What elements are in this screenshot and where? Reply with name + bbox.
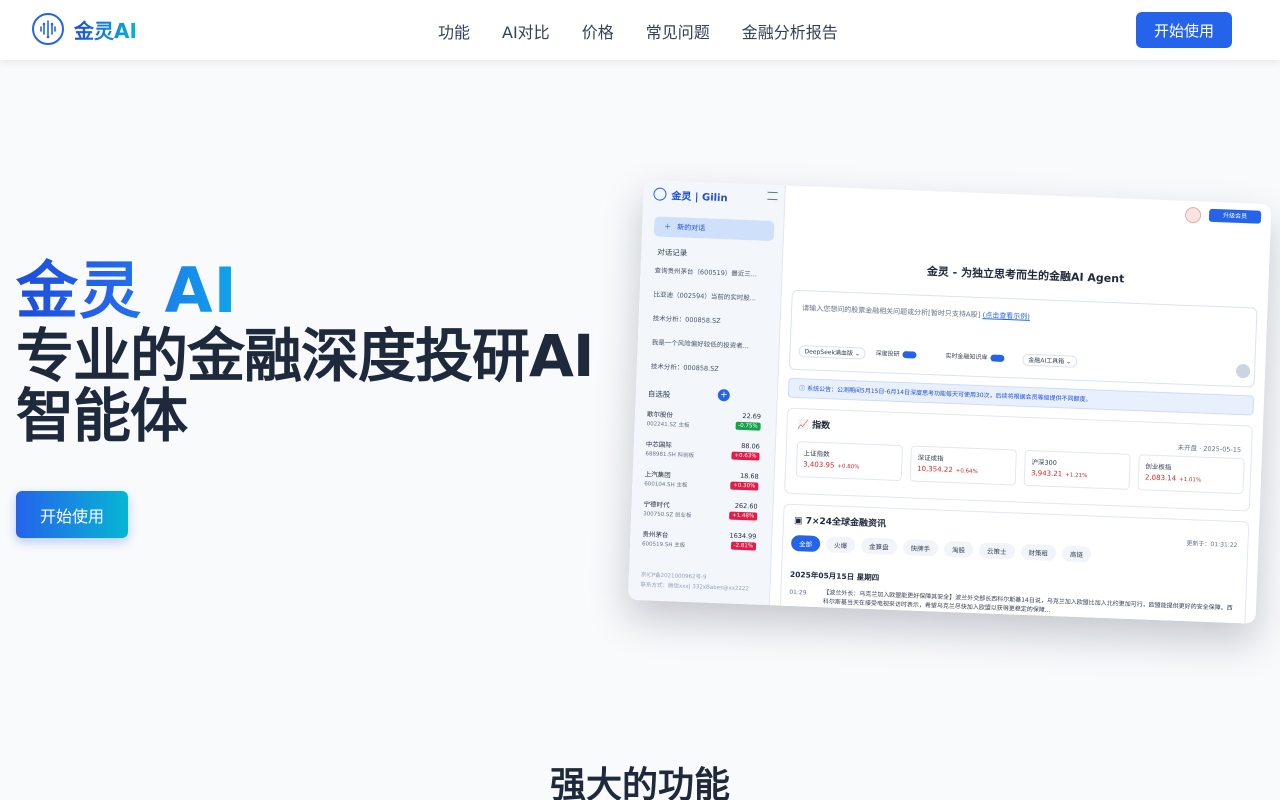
app-main: 升级会员 金灵 - 为独立思考而生的金融AI Agent 请输入您想问的股票金融… [770, 185, 1272, 624]
brand-logo-icon [32, 13, 64, 45]
watchlist-row: 中芯国际 688981.SH 科创板 88.06 +0.63% [645, 438, 760, 470]
history-item: 我是一个风险偏好较低的投资者... [651, 338, 750, 351]
watchlist-row: 宁德时代 300750.SZ 创业板 262.60 +1.48% [643, 498, 758, 530]
stock-code: 600104.SH 主板 [644, 481, 688, 489]
stock-name: 歌尔股份 [646, 410, 674, 420]
app-title: 金灵 - 为独立思考而生的金融AI Agent [926, 264, 1125, 286]
top-nav: 金灵AI 功能 AI对比 价格 常见问题 金融分析报告 开始使用 [0, 0, 1280, 60]
plus-icon: ＋ [664, 222, 672, 232]
history-label: 对话记录 [657, 247, 688, 258]
app-footer: 京ICP备2021000962号-9 联系方式：微信xxx| 332xBabes… [640, 570, 749, 594]
knowledge-base-toggle: 实时金融知识库 [940, 351, 1009, 366]
input-placeholder: 请输入您想问的股票金融相关问题或分析[暂时只支持A股] (点击查看示例) [802, 304, 1031, 321]
app-brand-name: 金灵 | Gilin [671, 191, 728, 205]
send-icon [1235, 363, 1251, 379]
brand[interactable]: 金灵AI [32, 13, 137, 45]
hero-title: 专业的金融深度投研AI智能体 [16, 322, 594, 450]
news-title: ▣ 7×24全球金融资讯 [793, 516, 887, 530]
stock-change: -2.81% [730, 541, 757, 551]
stock-price: 1634.99 [729, 531, 757, 541]
stock-price: 22.69 [742, 411, 762, 421]
model-select: DeepSeek满血版 ⌄ [798, 345, 867, 360]
stock-change: -0.75% [735, 421, 761, 431]
example-link: (点击查看示例) [982, 311, 1031, 321]
history-item: 比亚迪（002594）当前的实时股... [653, 290, 757, 303]
stock-code: 002241.SZ 主板 [646, 421, 690, 429]
news-time: 01:29 [789, 588, 807, 597]
app-sidebar: 金灵 | Gilin ＋ 新的对话 对话记录 查询贵州茅台（600519）最近三… [627, 180, 786, 606]
news-tab: 金算盘 [860, 537, 897, 555]
stock-name: 上汽集团 [644, 470, 671, 480]
stock-price: 18.68 [739, 471, 759, 481]
stock-change: +0.63% [731, 451, 760, 461]
index-panel: 📈 指数 未开盘 · 2025-05-15 上证指数 3,403.95 +0.80… [784, 407, 1254, 512]
watchlist-row: 上汽集团 600104.SH 主板 18.68 +0.30% [644, 468, 759, 500]
hero-start-button[interactable]: 开始使用 [16, 491, 128, 538]
deep-research-toggle: 深度投研 [870, 348, 921, 362]
stock-name: 中芯国际 [645, 440, 672, 450]
news-tab: 快牌手 [902, 539, 939, 557]
history-item: 查询贵州茅台（600519）最近三... [654, 266, 758, 279]
new-chat-button: ＋ 新的对话 [653, 216, 775, 242]
index-card: 沪深300 3,943.21 +1.21% [1023, 449, 1131, 490]
nav-links: 功能 AI对比 价格 常见问题 金融分析报告 [438, 19, 838, 43]
avatar [1184, 206, 1202, 224]
news-panel: ▣ 7×24全球金融资讯 更新于：01:31:22 全部 火爆 金算盘 快牌手 … [779, 503, 1250, 624]
vip-badge: 升级会员 [1208, 208, 1262, 224]
stock-change: +0.30% [730, 481, 759, 491]
calendar-icon: ▣ [793, 516, 803, 527]
news-tab: 高链 [1061, 545, 1092, 563]
news-tab: 全部 [790, 534, 821, 553]
news-tab: 云策士 [978, 542, 1015, 560]
tools-select: 金融AI工具箱 ⌄ [1022, 353, 1078, 368]
history-item: 技术分析：000858.SZ [650, 362, 719, 374]
app-logo-icon [653, 187, 667, 201]
index-title: 📈 指数 [797, 420, 831, 432]
brand-name: 金灵AI [74, 15, 137, 44]
chart-icon: 📈 [797, 420, 810, 431]
news-tabs: 全部 火爆 金算盘 快牌手 淘股 云策士 财策租 高链 [790, 534, 1092, 563]
watchlist-row: 歌尔股份 002241.SZ 主板 22.69 -0.75% [646, 408, 761, 440]
stock-price: 262.60 [734, 501, 758, 511]
stock-change: +1.48% [728, 511, 758, 521]
index-card: 创业板指 2,083.14 +1.01% [1137, 454, 1245, 495]
watchlist-row: 贵州茅台 600519.SH 主板 1634.99 -2.81% [642, 528, 757, 560]
nav-start-button[interactable]: 开始使用 [1136, 12, 1232, 48]
stock-code: 688981.SH 科创板 [645, 451, 695, 460]
news-text: 【波兰外长：乌克兰加入欧盟能更好保障其安全】波兰外交部长西科尔斯基14日说，乌克… [822, 589, 1233, 614]
history-item: 技术分析：000858.SZ [652, 314, 721, 326]
index-date: 未开盘 · 2025-05-15 [1177, 443, 1242, 455]
news-tab: 淘股 [943, 540, 974, 558]
nav-link-pricing[interactable]: 价格 [582, 19, 614, 43]
news-updated: 更新于：01:31:22 [1186, 540, 1238, 550]
nav-link-faq[interactable]: 常见问题 [646, 19, 710, 43]
product-screenshot: 金灵 | Gilin ＋ 新的对话 对话记录 查询贵州茅台（600519）最近三… [627, 180, 1272, 624]
stock-name: 宁德时代 [643, 500, 670, 510]
new-chat-label: 新的对话 [677, 223, 706, 233]
app-brand: 金灵 | Gilin [653, 186, 728, 204]
nav-link-ai-compare[interactable]: AI对比 [502, 19, 550, 43]
nav-link-features[interactable]: 功能 [438, 19, 470, 43]
stock-code: 300750.SZ 创业板 [643, 511, 692, 520]
question-input: 请输入您想问的股票金融相关问题或分析[暂时只支持A股] (点击查看示例) Dee… [788, 289, 1258, 388]
stock-name: 贵州茅台 [642, 530, 669, 540]
index-card: 深证成指 10,354.22 +0.64% [909, 445, 1017, 486]
news-tab: 火爆 [825, 536, 856, 554]
collapse-sidebar-icon [767, 191, 778, 201]
stock-price: 88.06 [741, 441, 761, 451]
stock-code: 600519.SH 主板 [641, 541, 686, 549]
nav-link-reports[interactable]: 金融分析报告 [742, 19, 838, 43]
news-date: 2025年05月15日 星期四 [789, 569, 880, 583]
index-card: 上证指数 3,403.95 +0.80% [795, 441, 904, 482]
hero-brand: 金灵 AI [16, 240, 238, 330]
news-tab: 财策租 [1020, 543, 1057, 562]
watchlist-label: 自选股 [647, 389, 671, 400]
features-section-title: 强大的功能 [549, 765, 730, 800]
